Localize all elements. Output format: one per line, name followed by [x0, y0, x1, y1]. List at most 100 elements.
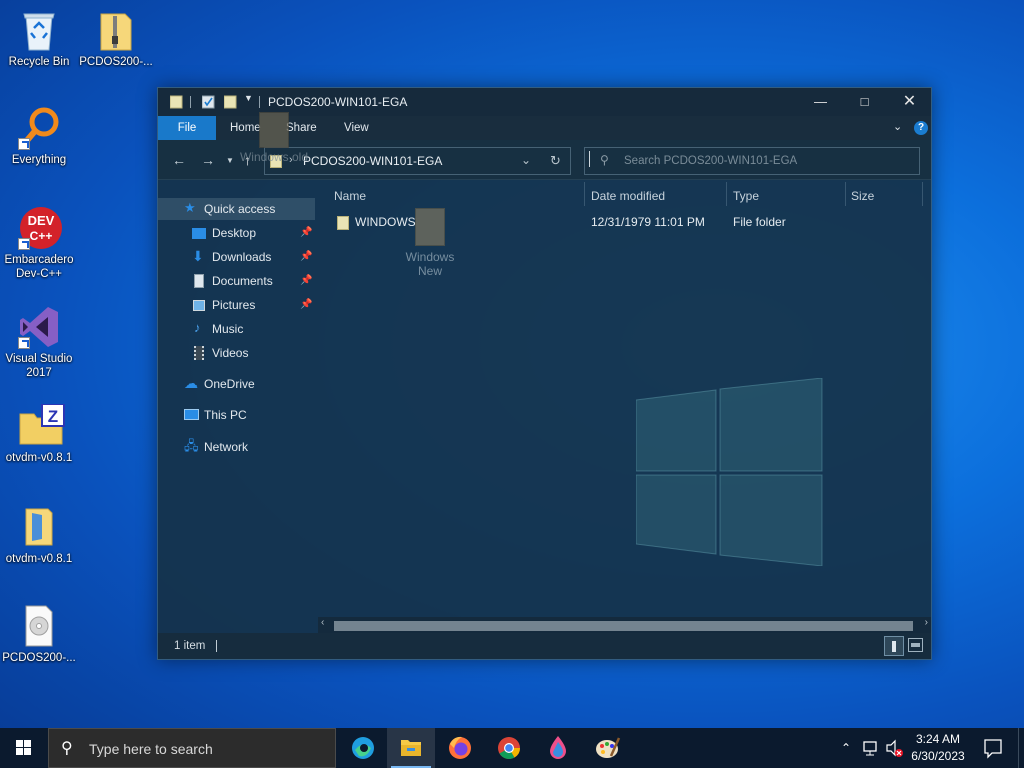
- taskbar-search-box[interactable]: ⚲ Type here to search: [48, 728, 336, 768]
- disc-image-icon: [18, 604, 60, 648]
- drag-ghost-label: New: [417, 264, 442, 278]
- taskbar-paint[interactable]: [583, 728, 631, 768]
- status-bar: 1 item: [158, 633, 931, 659]
- windows-logo-icon: [16, 740, 31, 755]
- refresh-icon[interactable]: ↻: [550, 153, 561, 169]
- scrollbar-thumb[interactable]: [334, 621, 913, 631]
- desktop-icon-otvdm-folder[interactable]: otvdm-v0.8.1: [0, 505, 78, 566]
- file-type: File folder: [733, 215, 786, 229]
- taskbar-firefox[interactable]: [436, 728, 484, 768]
- recent-locations-chevron-icon[interactable]: ▼: [226, 156, 234, 165]
- file-date: 12/31/1979 11:01 PM: [591, 215, 705, 229]
- tab-file[interactable]: File: [158, 116, 216, 140]
- nav-pictures[interactable]: Pictures 📌: [158, 294, 315, 316]
- desktop-icon-label: PCDOS200-...: [79, 56, 153, 68]
- horizontal-scrollbar[interactable]: ‹ ›: [318, 617, 931, 633]
- properties-quick-access-icon[interactable]: [201, 95, 215, 109]
- file-explorer-window[interactable]: ▼ PCDOS200-WIN101-EGA — □ ✕ File Home Sh…: [157, 87, 932, 660]
- help-icon[interactable]: ?: [914, 121, 928, 135]
- large-icons-view-icon[interactable]: [908, 638, 923, 652]
- tab-view[interactable]: View: [334, 116, 379, 140]
- show-desktop-button[interactable]: [1018, 728, 1024, 768]
- nav-desktop[interactable]: Desktop 📌: [158, 222, 315, 244]
- column-divider[interactable]: [726, 182, 727, 206]
- desktop-icon-devcpp[interactable]: DEV C++ Embarcadero Dev-C++: [0, 206, 78, 281]
- nav-downloads[interactable]: ⬇ Downloads 📌: [158, 246, 315, 268]
- column-header-size[interactable]: Size: [851, 189, 874, 203]
- nav-label: Music: [212, 322, 244, 336]
- nav-label: Documents: [212, 274, 273, 288]
- column-divider[interactable]: [922, 182, 923, 206]
- explorer-body: ★ Quick access Desktop 📌 ⬇ Downloads 📌 D…: [158, 180, 931, 633]
- paint-palette-icon: [596, 737, 621, 758]
- taskbar-clock[interactable]: 3:24 AM 6/30/2023: [906, 731, 970, 765]
- desktop-icon-pcdos-folder[interactable]: PCDOS200-...: [77, 8, 155, 69]
- desktop-icon-otvdm-zip[interactable]: Z otvdm-v0.8.1: [0, 403, 78, 465]
- column-header-name[interactable]: Name: [334, 189, 366, 203]
- pin-icon[interactable]: 📌: [300, 246, 312, 268]
- breadcrumb[interactable]: PCDOS200-WIN101-EGA: [303, 154, 442, 168]
- sort-ascending-icon: ⌃: [453, 180, 461, 185]
- action-center-icon[interactable]: [978, 728, 1008, 768]
- videos-icon: [194, 346, 204, 360]
- start-button[interactable]: [0, 728, 48, 768]
- nav-label: This PC: [204, 408, 247, 422]
- show-hidden-icons-chevron-icon[interactable]: ⌃: [838, 728, 856, 768]
- desktop-icon-everything[interactable]: Everything: [0, 106, 78, 167]
- desktop-icon-label: Embarcadero Dev-C++: [4, 254, 74, 280]
- drag-ghost-label: Windows old: [239, 150, 309, 164]
- new-folder-quick-access-icon[interactable]: [223, 95, 237, 109]
- taskbar-file-explorer[interactable]: [387, 728, 435, 768]
- folder-icon: [337, 216, 349, 230]
- search-input[interactable]: ⚲ Search PCDOS200-WIN101-EGA: [584, 147, 920, 175]
- taskbar-edge[interactable]: [339, 728, 387, 768]
- documents-icon: [194, 274, 204, 288]
- visual-studio-icon: [18, 305, 60, 349]
- nav-onedrive[interactable]: ☁ OneDrive: [158, 373, 315, 395]
- folder-icon: [415, 208, 445, 246]
- address-dropdown-chevron-icon[interactable]: ⌄: [521, 153, 531, 167]
- column-header-type[interactable]: Type: [733, 189, 759, 203]
- nav-videos[interactable]: Videos: [158, 342, 315, 364]
- search-icon: ⚲: [600, 153, 609, 167]
- details-view-icon[interactable]: [884, 636, 904, 656]
- file-list[interactable]: ⌃ Name Date modified Type Size WINDOWS 1…: [318, 180, 931, 633]
- item-count: 1 item: [174, 640, 206, 652]
- star-icon: ★: [184, 200, 196, 215]
- customize-quick-access-dropdown-icon[interactable]: ▼: [244, 93, 253, 103]
- maximize-button[interactable]: □: [842, 88, 887, 116]
- expand-ribbon-icon[interactable]: ⌄: [893, 120, 902, 133]
- pin-icon[interactable]: 📌: [300, 270, 312, 292]
- nav-this-pc[interactable]: This PC: [158, 404, 315, 426]
- download-arrow-icon: ⬇: [192, 248, 204, 264]
- nav-music[interactable]: ♪ Music: [158, 318, 315, 340]
- column-divider[interactable]: [845, 182, 846, 206]
- taskbar-chrome[interactable]: [485, 728, 533, 768]
- forward-arrow-icon[interactable]: →: [201, 152, 215, 168]
- nav-label: Downloads: [212, 250, 272, 264]
- nav-documents[interactable]: Documents 📌: [158, 270, 315, 292]
- taskbar-paint-3d[interactable]: [534, 728, 582, 768]
- back-arrow-icon[interactable]: ←: [172, 152, 186, 168]
- minimize-button[interactable]: —: [798, 88, 843, 116]
- text-cursor-icon: [589, 151, 596, 167]
- desktop-icon-visual-studio[interactable]: Visual Studio 2017: [0, 305, 78, 380]
- nav-label: Desktop: [212, 226, 257, 240]
- pin-icon[interactable]: 📌: [300, 222, 312, 244]
- desktop-icon-pcdos-image[interactable]: PCDOS200-...: [0, 604, 78, 665]
- close-button[interactable]: ✕: [887, 88, 932, 116]
- desktop-icon-label: otvdm-v0.8.1: [5, 452, 73, 464]
- column-header-date-modified[interactable]: Date modified: [591, 189, 665, 203]
- network-status-icon[interactable]: [860, 728, 882, 768]
- nav-quick-access[interactable]: ★ Quick access: [158, 198, 315, 220]
- pin-icon[interactable]: 📌: [300, 294, 312, 316]
- drag-ghost-windows-old: Windows old: [236, 112, 312, 164]
- desktop-icon-label: PCDOS200-...: [2, 652, 76, 664]
- column-divider[interactable]: [584, 182, 585, 206]
- desktop-icon-recycle-bin[interactable]: Recycle Bin: [0, 8, 78, 69]
- nav-network[interactable]: 🖧 Network: [158, 436, 315, 458]
- scroll-left-icon[interactable]: ‹: [321, 617, 324, 628]
- scroll-right-icon[interactable]: ›: [925, 617, 928, 628]
- volume-muted-icon[interactable]: [884, 728, 906, 768]
- folder-zip-icon: [18, 505, 60, 549]
